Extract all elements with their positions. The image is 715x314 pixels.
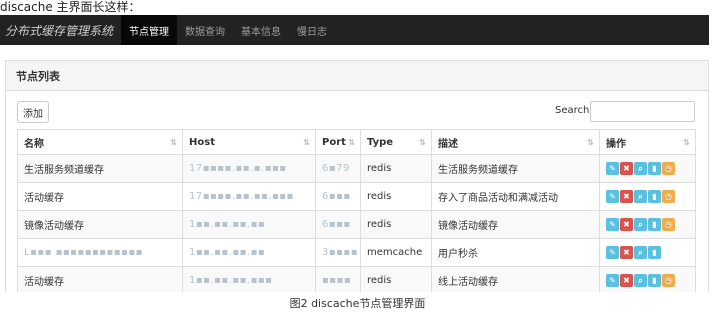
delete-icon[interactable]: ✖ [620, 218, 633, 231]
nav-item-slow-log[interactable]: 慢日志 [289, 15, 335, 45]
column-header-port[interactable]: Port ⇅ [315, 129, 361, 155]
cell-host: 1▪▪.▪▪.▪▪.▪▪ [182, 210, 316, 239]
delete-icon[interactable]: ✖ [620, 190, 633, 203]
sort-icon[interactable]: ⇅ [348, 138, 355, 147]
action-buttons: ✎ ✖ ⌕ ▮ ◷ [606, 190, 689, 203]
cell-type: redis [360, 210, 432, 239]
add-button[interactable]: 添加 [17, 101, 49, 123]
cell-description: 存入了商品活动和满减活动 [431, 182, 600, 211]
nav-item-basic-info[interactable]: 基本信息 [233, 15, 289, 45]
sort-icon[interactable]: ⇅ [419, 138, 426, 147]
cell-port: 6▪▪▪ [315, 210, 361, 239]
delete-icon[interactable]: ✖ [620, 274, 633, 287]
column-header-description[interactable]: 描述 ⇅ [431, 129, 600, 155]
cell-name: 生活服务频道缓存 [17, 154, 183, 183]
table-row: L▪▪▪ ▪▪▪▪▪▪▪▪▪▪▪▪ 1▪▪.▪▪.▪▪.▪▪ 3▪▪▪▪ memcac… [17, 238, 696, 267]
column-header-host[interactable]: Host ⇅ [182, 129, 316, 155]
table-row: 活动缓存 17▪▪▪▪.▪▪.▪▪.▪▪▪ 6▪▪▪ redis 存入了商品活动和满减活… [17, 182, 696, 211]
node-table: 名称 ⇅ Host ⇅ Port ⇅ Type ⇅ 描述 ⇅ 操作 ⇅ 生活服务频道缓存 17… [17, 129, 696, 292]
column-header-label: 描述 [438, 138, 458, 150]
edit-icon[interactable]: ✎ [606, 162, 619, 175]
cell-host: 1▪▪.▪▪.▪▪.▪▪ [182, 238, 316, 267]
node-list-panel: 节点列表 添加 Search: 名称 ⇅ Host ⇅ Port ⇅ Type ⇅ 描述… [5, 60, 709, 292]
search-icon[interactable]: ⌕ [634, 218, 647, 231]
top-navbar: 分布式缓存管理系统 节点管理 数据查询 基本信息 慢日志 [0, 15, 709, 45]
action-buttons: ✎ ✖ ⌕ ▮ [606, 246, 689, 259]
search-icon[interactable]: ⌕ [634, 274, 647, 287]
stats-icon[interactable]: ▮ [648, 274, 661, 287]
column-header-type[interactable]: Type ⇅ [360, 129, 432, 155]
column-header-label: Type [367, 136, 394, 148]
sort-icon[interactable]: ⇅ [303, 138, 310, 147]
cell-type: redis [360, 266, 432, 292]
cell-type: redis [360, 182, 432, 211]
column-header-label: 名称 [24, 138, 44, 150]
cell-host: 17▪▪▪▪.▪▪.▪.▪▪▪ [182, 154, 316, 183]
cell-host: 17▪▪▪▪.▪▪.▪▪.▪▪▪ [182, 182, 316, 211]
action-buttons: ✎ ✖ ⌕ ▮ ◷ [606, 274, 689, 287]
table-header-row: 名称 ⇅ Host ⇅ Port ⇅ Type ⇅ 描述 ⇅ 操作 ⇅ [17, 129, 696, 155]
table-row: 生活服务频道缓存 17▪▪▪▪.▪▪.▪.▪▪▪ 6▪79 redis 生活服务频道缓存… [17, 154, 696, 183]
search-icon[interactable]: ⌕ [634, 246, 647, 259]
nav-item-data-query[interactable]: 数据查询 [177, 15, 233, 45]
stats-icon[interactable]: ▮ [648, 190, 661, 203]
cell-port: 6▪79 [315, 154, 361, 183]
search-input[interactable] [590, 101, 695, 122]
column-header-label: Host [189, 136, 215, 148]
cell-description: 线上活动缓存 [431, 266, 600, 292]
clock-icon[interactable]: ◷ [662, 190, 675, 203]
nav-item-node-management[interactable]: 节点管理 [121, 15, 178, 45]
stats-icon[interactable]: ▮ [648, 246, 661, 259]
search-label: Search: [555, 105, 593, 116]
cell-port: ▪▪▪▪ [315, 266, 361, 292]
column-header-name[interactable]: 名称 ⇅ [17, 129, 183, 155]
cell-actions: ✎ ✖ ⌕ ▮ ◷ [599, 182, 696, 211]
search-icon[interactable]: ⌕ [634, 190, 647, 203]
sort-icon[interactable]: ⇅ [683, 138, 690, 147]
stats-icon[interactable]: ▮ [648, 218, 661, 231]
cell-description: 用户秒杀 [431, 238, 600, 267]
cell-name: 活动缓存 [17, 182, 183, 211]
clock-icon[interactable]: ◷ [662, 162, 675, 175]
cell-port: 3▪▪▪▪ [315, 238, 361, 267]
column-header-label: Port [322, 136, 346, 148]
cell-port: 6▪▪▪ [315, 182, 361, 211]
edit-icon[interactable]: ✎ [606, 246, 619, 259]
cell-name: 活动缓存 [17, 266, 183, 292]
stats-icon[interactable]: ▮ [648, 162, 661, 175]
sort-icon[interactable]: ⇅ [587, 138, 594, 147]
edit-icon[interactable]: ✎ [606, 190, 619, 203]
intro-text: discache 主界面长这样： [0, 0, 141, 14]
cell-type: memcache [360, 238, 432, 267]
panel-title: 节点列表 [6, 61, 708, 91]
cell-description: 镜像活动缓存 [431, 210, 600, 239]
action-buttons: ✎ ✖ ⌕ ▮ ◷ [606, 162, 689, 175]
cell-host: 1▪▪.▪▪.▪▪.▪▪▪ [182, 266, 316, 292]
cell-actions: ✎ ✖ ⌕ ▮ [599, 238, 696, 267]
cell-name: 镜像活动缓存 [17, 210, 183, 239]
brand-title[interactable]: 分布式缓存管理系统 [0, 15, 121, 45]
clock-icon[interactable]: ◷ [662, 218, 675, 231]
table-row: 镜像活动缓存 1▪▪.▪▪.▪▪.▪▪ 6▪▪▪ redis 镜像活动缓存 ✎ ✖ ⌕ ▮ ◷ [17, 210, 696, 239]
column-header-label: 操作 [606, 138, 626, 150]
edit-icon[interactable]: ✎ [606, 274, 619, 287]
action-buttons: ✎ ✖ ⌕ ▮ ◷ [606, 218, 689, 231]
edit-icon[interactable]: ✎ [606, 218, 619, 231]
delete-icon[interactable]: ✖ [620, 246, 633, 259]
table-body: 生活服务频道缓存 17▪▪▪▪.▪▪.▪.▪▪▪ 6▪79 redis 生活服务频道缓存… [17, 154, 696, 292]
cell-actions: ✎ ✖ ⌕ ▮ ◷ [599, 210, 696, 239]
clock-icon[interactable]: ◷ [662, 274, 675, 287]
cell-actions: ✎ ✖ ⌕ ▮ ◷ [599, 154, 696, 183]
sort-icon[interactable]: ⇅ [170, 138, 177, 147]
delete-icon[interactable]: ✖ [620, 162, 633, 175]
cell-actions: ✎ ✖ ⌕ ▮ ◷ [599, 266, 696, 292]
cell-type: redis [360, 154, 432, 183]
cell-name: L▪▪▪ ▪▪▪▪▪▪▪▪▪▪▪▪ [17, 238, 183, 267]
cell-description: 生活服务频道缓存 [431, 154, 600, 183]
search-icon[interactable]: ⌕ [634, 162, 647, 175]
table-row: 活动缓存 1▪▪.▪▪.▪▪.▪▪▪ ▪▪▪▪ redis 线上活动缓存 ✎ ✖ ⌕ ▮ ◷ [17, 266, 696, 292]
figure-caption: 图2 discache节点管理界面 [289, 297, 426, 310]
column-header-actions[interactable]: 操作 ⇅ [599, 129, 696, 155]
